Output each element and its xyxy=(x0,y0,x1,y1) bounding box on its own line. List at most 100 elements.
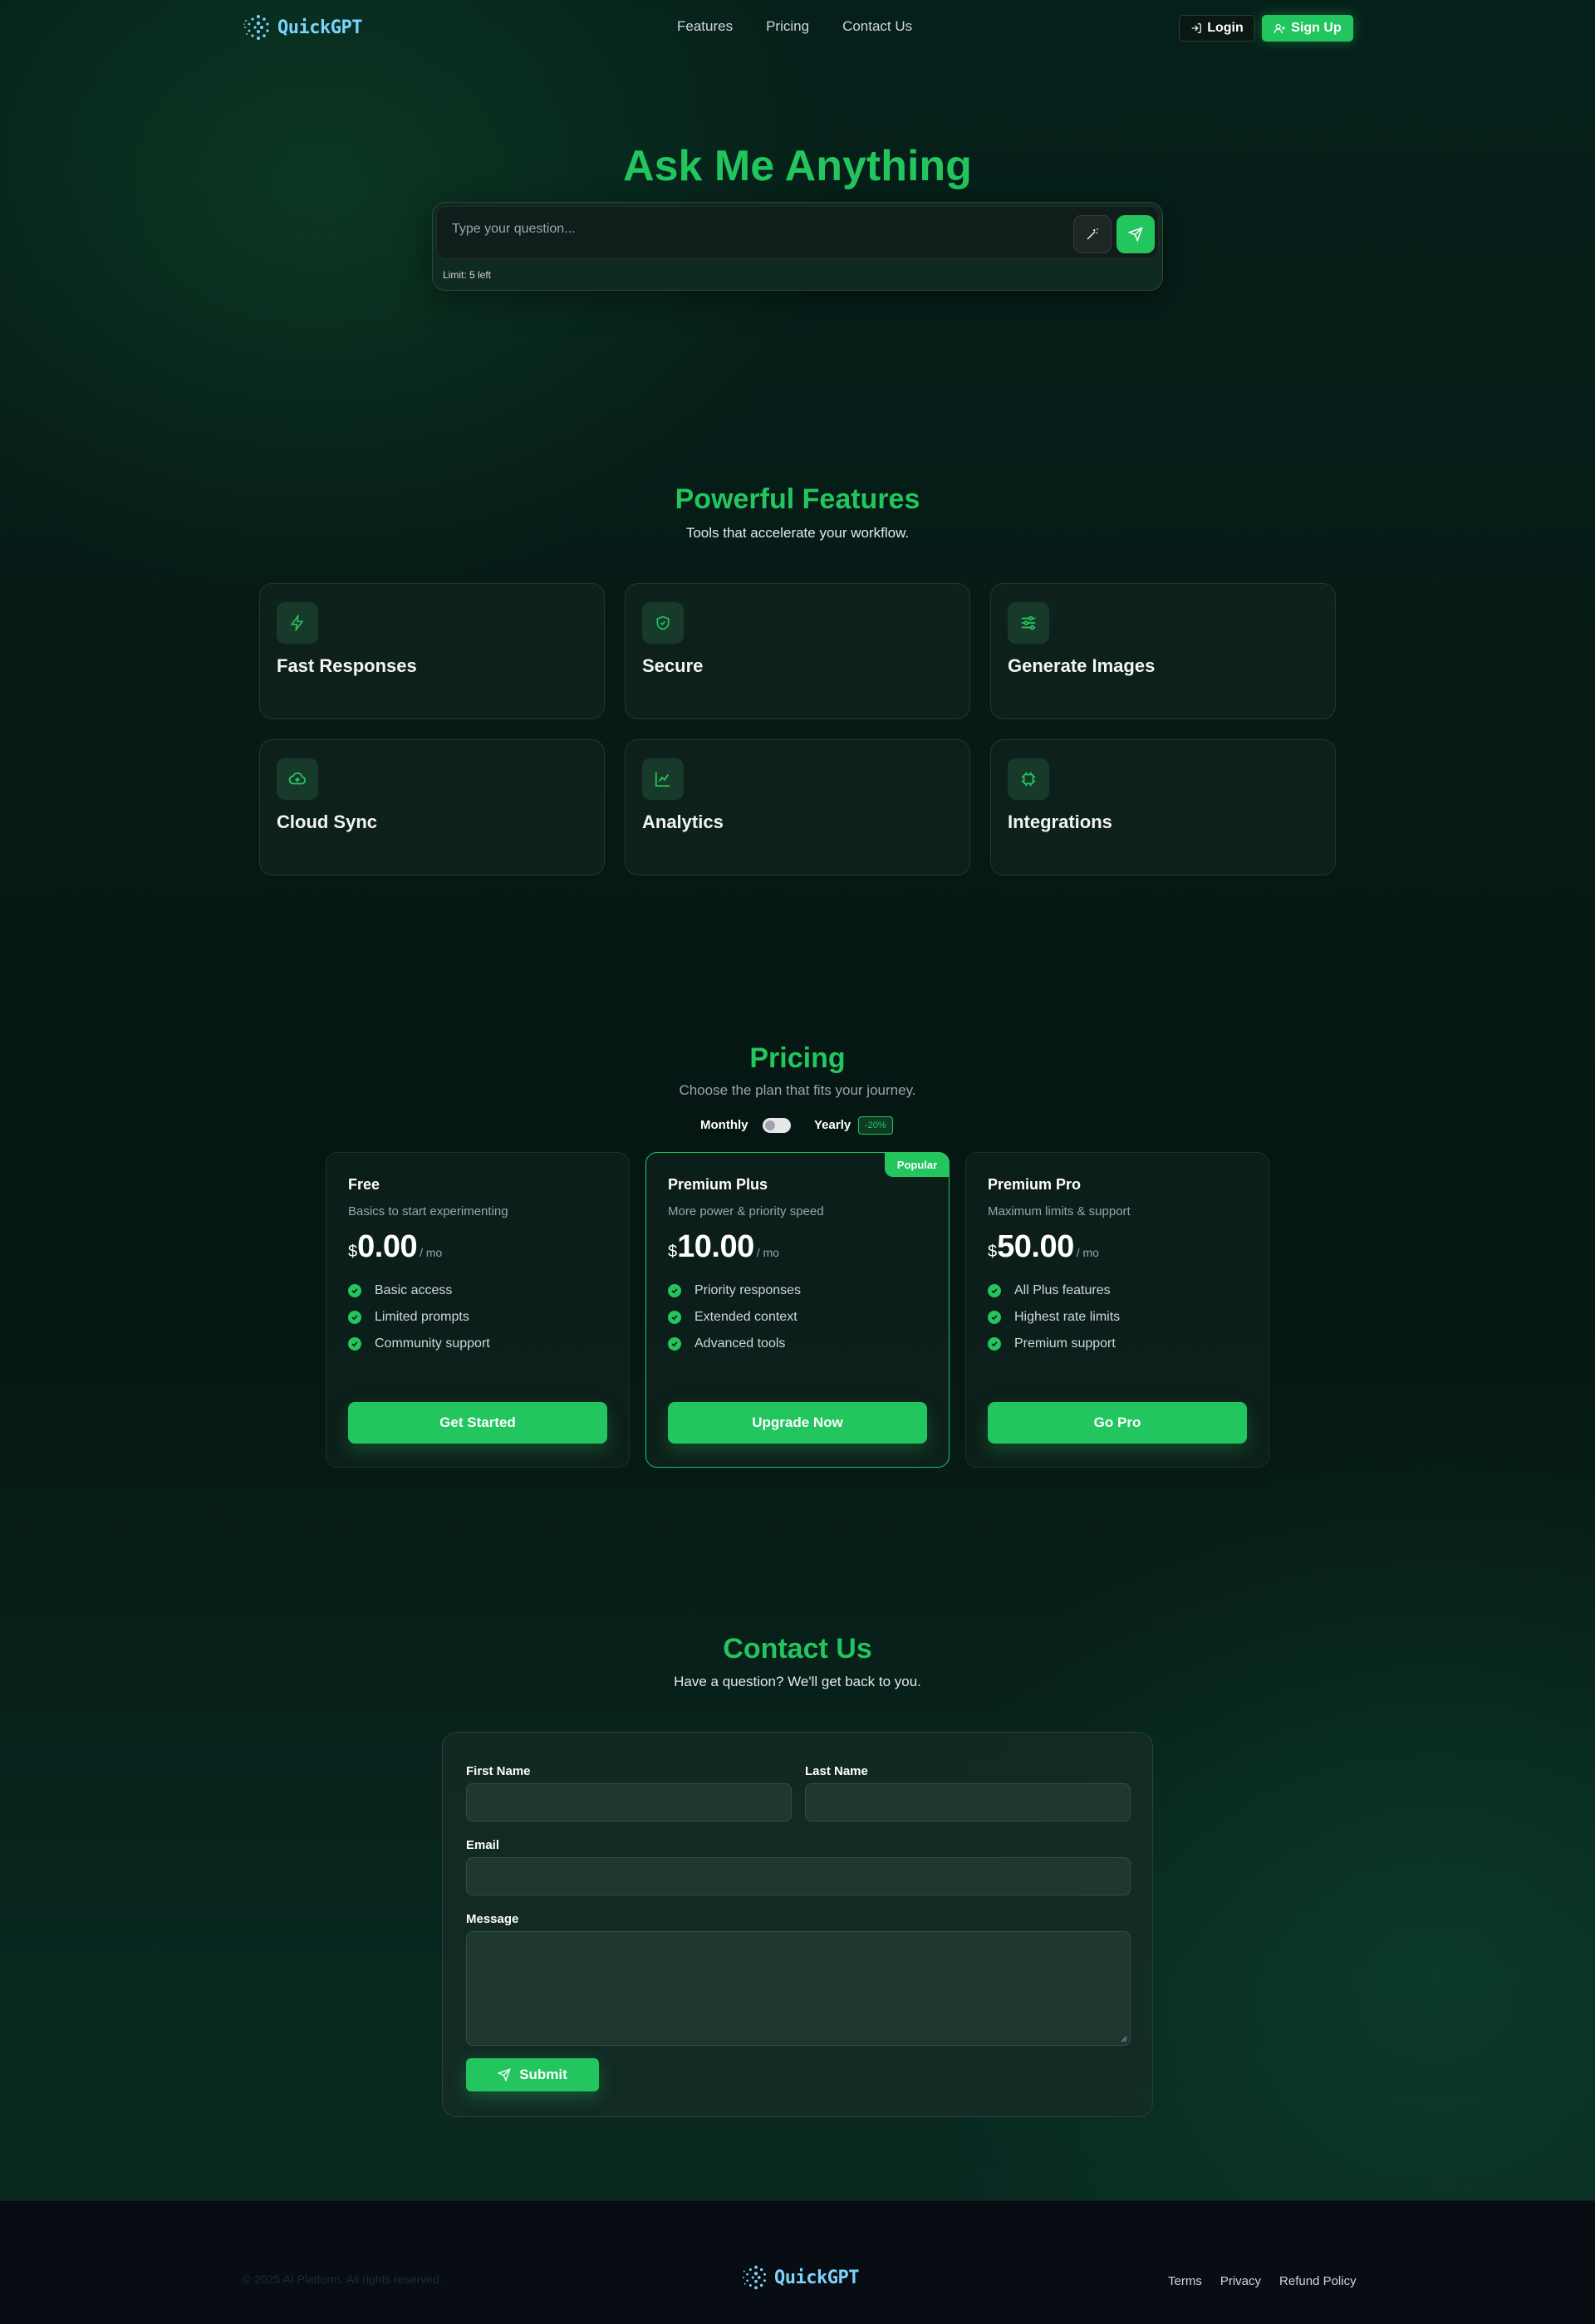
brand-logo[interactable]: QuickGPT xyxy=(243,12,362,43)
last-name-label: Last Name xyxy=(805,1764,868,1778)
nav-links: Features Pricing Contact Us xyxy=(677,18,912,35)
plan-feature-label: Extended context xyxy=(694,1310,798,1324)
nav-link-pricing[interactable]: Pricing xyxy=(766,18,809,35)
plan-currency: $ xyxy=(348,1243,358,1261)
nav-link-features[interactable]: Features xyxy=(677,18,733,35)
contact-form: First Name Last Name Email Message Submi… xyxy=(442,1732,1153,2117)
logo-icon xyxy=(243,15,269,40)
copyright-text: © 2025 AI Platform. All rights reserved. xyxy=(243,2273,443,2286)
check-icon xyxy=(668,1337,681,1351)
plan-price: $ 50.00 / mo xyxy=(988,1229,1099,1265)
email-label: Email xyxy=(466,1838,500,1852)
plan-name: Premium Pro xyxy=(988,1176,1082,1193)
send-icon xyxy=(1128,227,1143,242)
footer: © 2025 AI Platform. All rights reserved.… xyxy=(0,2200,1595,2324)
switch-knob xyxy=(765,1120,775,1130)
message-field[interactable] xyxy=(466,1931,1131,2046)
plan-description: Basics to start experimenting xyxy=(348,1204,508,1218)
brand-name: QuickGPT xyxy=(774,2267,859,2288)
wand-icon xyxy=(1087,228,1098,240)
plan-feature-label: Community support xyxy=(375,1336,490,1351)
message-label: Message xyxy=(466,1912,519,1926)
shield-icon xyxy=(642,602,684,644)
submit-button[interactable]: Submit xyxy=(466,2058,599,2091)
feature-card-cloud-sync: Cloud Sync xyxy=(259,739,605,875)
plan-currency: $ xyxy=(668,1243,678,1261)
plan-period: / mo xyxy=(756,1246,779,1259)
plan-feature: All Plus features xyxy=(988,1277,1120,1304)
plan-period: / mo xyxy=(1076,1246,1099,1259)
check-icon xyxy=(988,1284,1001,1297)
feature-card-analytics: Analytics xyxy=(625,739,970,875)
plan-feature-label: Priority responses xyxy=(694,1283,802,1297)
plan-price: $ 0.00 / mo xyxy=(348,1229,442,1265)
plan-feature-label: Advanced tools xyxy=(694,1336,786,1351)
plan-amount: 10.00 xyxy=(677,1229,754,1264)
check-icon xyxy=(348,1311,361,1324)
send-button[interactable] xyxy=(1116,215,1155,253)
plan-description: More power & priority speed xyxy=(668,1204,824,1218)
plan-card-free: Free Basics to start experimenting $ 0.0… xyxy=(326,1152,630,1468)
plan-card-premium-plus: Popular Premium Plus More power & priori… xyxy=(645,1152,950,1468)
cloud-upload-icon xyxy=(277,758,318,800)
plan-feature: Highest rate limits xyxy=(988,1304,1120,1331)
login-button[interactable]: Login xyxy=(1179,15,1255,42)
signup-label: Sign Up xyxy=(1291,21,1342,35)
plan-feature: Advanced tools xyxy=(668,1331,801,1357)
pricing-title: Pricing xyxy=(749,1042,846,1074)
pricing-subtitle: Choose the plan that fits your journey. xyxy=(679,1082,916,1098)
logo-icon xyxy=(742,2265,766,2290)
footer-logo[interactable]: QuickGPT xyxy=(741,2263,859,2292)
plan-feature: Premium support xyxy=(988,1331,1120,1357)
footer-link-privacy[interactable]: Privacy xyxy=(1220,2274,1261,2288)
yearly-label[interactable]: Yearly xyxy=(814,1118,851,1132)
feature-card-secure: Secure xyxy=(625,583,970,719)
plan-features: Priority responses Extended context Adva… xyxy=(668,1277,801,1357)
magic-wand-button[interactable] xyxy=(1073,215,1112,253)
plan-feature: Community support xyxy=(348,1331,490,1357)
question-input[interactable]: Type your question... xyxy=(436,206,1159,259)
ask-box: Type your question... Limit: 5 left xyxy=(432,202,1163,291)
plan-feature: Priority responses xyxy=(668,1277,801,1304)
plan-amount: 50.00 xyxy=(997,1229,1074,1264)
check-icon xyxy=(668,1284,681,1297)
plan-price: $ 10.00 / mo xyxy=(668,1229,779,1265)
hero-title: Ask Me Anything xyxy=(623,142,972,190)
features-title: Powerful Features xyxy=(675,483,920,515)
top-nav: QuickGPT Features Pricing Contact Us Log… xyxy=(0,0,1595,55)
first-name-field[interactable] xyxy=(466,1783,792,1821)
billing-switch[interactable] xyxy=(763,1118,791,1133)
plan-features: All Plus features Highest rate limits Pr… xyxy=(988,1277,1120,1357)
plan-amount: 0.00 xyxy=(357,1229,418,1264)
popular-badge: Popular xyxy=(885,1152,950,1177)
upgrade-now-button[interactable]: Upgrade Now xyxy=(668,1402,927,1444)
footer-link-terms[interactable]: Terms xyxy=(1168,2274,1202,2288)
resize-handle-icon[interactable] xyxy=(1121,2036,1127,2042)
feature-title: Cloud Sync xyxy=(277,811,378,832)
login-icon xyxy=(1191,23,1202,33)
feature-card-fast-responses: Fast Responses xyxy=(259,583,605,719)
plan-feature-label: Premium support xyxy=(1014,1336,1116,1351)
sliders-icon xyxy=(1008,602,1049,644)
plan-period: / mo xyxy=(420,1246,443,1259)
go-pro-button[interactable]: Go Pro xyxy=(988,1402,1247,1444)
plan-feature: Extended context xyxy=(668,1304,801,1331)
plan-feature-label: Limited prompts xyxy=(375,1310,469,1324)
plan-feature-label: Highest rate limits xyxy=(1014,1310,1121,1324)
plan-name: Premium Plus xyxy=(668,1176,768,1193)
plan-name: Free xyxy=(348,1176,380,1193)
plan-feature: Limited prompts xyxy=(348,1304,490,1331)
billing-toggle: Monthly Yearly -20% xyxy=(0,1116,1595,1136)
last-name-field[interactable] xyxy=(805,1783,1131,1821)
login-label: Login xyxy=(1207,21,1244,35)
monthly-label[interactable]: Monthly xyxy=(700,1118,748,1132)
check-icon xyxy=(348,1337,361,1351)
footer-link-refund-policy[interactable]: Refund Policy xyxy=(1279,2274,1357,2288)
signup-button[interactable]: Sign Up xyxy=(1262,15,1353,42)
get-started-button[interactable]: Get Started xyxy=(348,1402,607,1444)
bolt-icon xyxy=(277,602,318,644)
nav-link-contact[interactable]: Contact Us xyxy=(842,18,912,35)
first-name-label: First Name xyxy=(466,1764,531,1778)
discount-badge: -20% xyxy=(858,1116,893,1135)
email-field[interactable] xyxy=(466,1857,1131,1895)
